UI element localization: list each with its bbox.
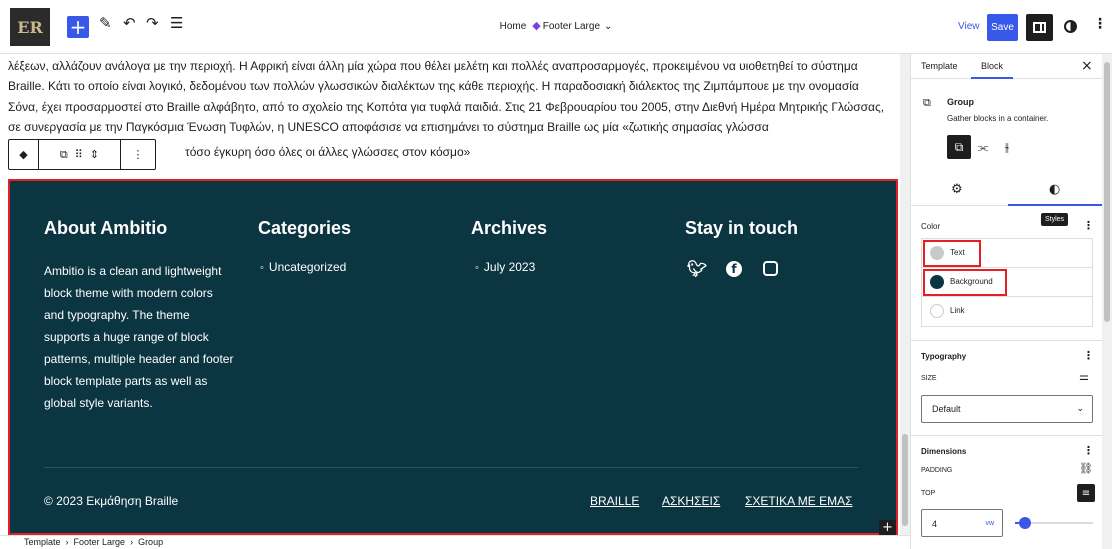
document-breadcrumb[interactable]: Home ◆ Footer Large ⌄ (0, 19, 1112, 32)
nav-link-exercises[interactable]: ΑΣΚΗΣΕΙΣ (662, 494, 720, 508)
sidebar-icon (1033, 22, 1046, 33)
group-icon: ⧉ (59, 147, 68, 161)
twitter-icon[interactable]: 🐦︎ (687, 259, 707, 278)
about-text[interactable]: Ambitio is a clean and lightweight block… (44, 260, 234, 414)
active-tab-indicator (971, 77, 1013, 79)
tab-template[interactable]: Template (921, 61, 958, 71)
unlink-sides-icon[interactable]: ⛓ (1079, 462, 1093, 475)
stay-in-touch-heading[interactable]: Stay in touch (685, 218, 798, 239)
divider (911, 435, 1102, 436)
row-variation-icon[interactable]: ⫘ (971, 135, 995, 159)
top-padding-value: 4 (932, 519, 938, 529)
link-color-swatch (930, 304, 944, 318)
group-block-icon: ⧉ (923, 96, 931, 109)
footer-separator (44, 467, 858, 468)
block-options-button[interactable]: ⋮ (121, 140, 155, 169)
move-arrows-icon[interactable]: ⇕ (90, 148, 99, 161)
close-icon[interactable]: × (1081, 58, 1093, 74)
instagram-icon[interactable] (763, 261, 778, 276)
dimensions-panel-title: Dimensions (921, 447, 967, 456)
sidebar-scroll-thumb[interactable] (1104, 62, 1110, 322)
settings-sidebar: Template Block × ⧉ Group Gather blocks i… (910, 54, 1102, 549)
styles-icon[interactable] (1064, 20, 1077, 33)
settings-sidebar-toggle[interactable] (1026, 14, 1053, 41)
dimensions-options-icon[interactable]: ⋮ (1083, 444, 1094, 457)
divider (911, 340, 1102, 341)
padding-unit[interactable]: vw (985, 520, 994, 527)
settings-style-tabs: ⚙ ◐ (911, 172, 1102, 206)
footer-group-block[interactable]: About Ambitio Ambitio is a clean and lig… (8, 179, 898, 535)
paragraph-tail[interactable]: τόσο έγκυρη όσο όλες οι άλλες γλώσσες στ… (185, 145, 470, 159)
breadcrumb-current[interactable]: Footer Large (543, 21, 600, 32)
chevron-down-icon: ⌄ (1076, 403, 1084, 413)
color-panel-title: Color (921, 222, 941, 231)
content-paragraph[interactable]: λέξεων, αλλάζουν ανάλογα με την περιοχή.… (8, 56, 888, 137)
block-appender-button[interactable]: + (879, 520, 896, 535)
chevron-down-icon[interactable]: ⌄ (604, 21, 612, 32)
group-variation-icon[interactable]: ⧉ (947, 135, 971, 159)
drag-handle-icon[interactable]: ⠿ (75, 148, 83, 161)
canvas-scrollbar[interactable] (900, 54, 910, 535)
padding-range-slider[interactable] (1015, 517, 1093, 529)
editor-canvas: λέξεων, αλλάζουν ανάλογα με την περιοχή.… (0, 54, 900, 535)
nav-link-braille[interactable]: BRAILLE (590, 494, 639, 508)
crumb-group[interactable]: Group (138, 537, 163, 547)
settings-gear-icon[interactable]: ⚙ (951, 182, 963, 197)
block-type-controls[interactable]: ⧉ ⠿ ⇕ (39, 140, 121, 169)
top-padding-label: TOP (921, 490, 936, 497)
breadcrumb-home[interactable]: Home (500, 21, 527, 32)
parent-block-button[interactable]: ◆ (9, 140, 39, 169)
template-part-icon: ◆ (532, 20, 541, 32)
archives-item[interactable]: July 2023 (475, 260, 535, 274)
sidebar-scrollbar[interactable] (1102, 54, 1112, 549)
bottom-breadcrumb: Template › Footer Large › Group (0, 535, 910, 549)
sliders-icon[interactable]: ⚌ (1079, 370, 1089, 383)
active-subtab-indicator (1008, 204, 1102, 206)
color-item-link[interactable]: Link (922, 297, 1092, 326)
view-button[interactable]: View (958, 21, 980, 32)
sidebar-tabs: Template Block × (911, 54, 1102, 79)
font-size-select[interactable]: Default ⌄ (921, 395, 1093, 423)
copyright-text[interactable]: © 2023 Εκμάθηση Braille (44, 494, 178, 508)
categories-heading[interactable]: Categories (258, 218, 351, 239)
padding-label: PADDING (921, 467, 953, 474)
stack-variation-icon[interactable]: ⫳ (995, 135, 1019, 159)
about-heading[interactable]: About Ambitio (44, 218, 167, 239)
editor-header: ER + ✎ ↶ ↷ ☰ Home ◆ Footer Large ⌄ View Sav… (0, 0, 1112, 54)
categories-item[interactable]: Uncategorized (260, 260, 346, 274)
options-menu-icon[interactable]: ⋮ (1093, 16, 1107, 32)
typography-options-icon[interactable]: ⋮ (1083, 349, 1094, 362)
color-options-icon[interactable]: ⋮ (1083, 219, 1094, 232)
typography-panel-title: Typography (921, 352, 967, 361)
top-padding-input[interactable]: 4 vw (921, 509, 1003, 537)
block-title: Group (947, 97, 974, 107)
font-size-value: Default (932, 404, 961, 414)
nav-link-about[interactable]: ΣΧΕΤΙΚΑ ΜΕ ΕΜΑΣ (745, 494, 853, 508)
background-highlight-box (923, 269, 1007, 296)
styles-half-circle-icon[interactable]: ◐ (1049, 182, 1060, 197)
text-highlight-box (923, 240, 981, 267)
crumb-template[interactable]: Template (24, 537, 61, 547)
facebook-icon[interactable]: f (726, 261, 742, 277)
size-label: SIZE (921, 375, 937, 382)
padding-sides-button[interactable]: ≡ (1077, 484, 1095, 502)
styles-tooltip: Styles (1041, 213, 1069, 226)
template-part-icon: ◆ (19, 148, 28, 161)
block-toolbar: ◆ ⧉ ⠿ ⇕ ⋮ (8, 139, 156, 170)
color-label-link: Link (950, 306, 965, 315)
canvas-scroll-thumb[interactable] (902, 434, 908, 526)
save-button[interactable]: Save (987, 14, 1018, 41)
range-knob[interactable] (1019, 517, 1031, 529)
more-options-icon: ⋮ (132, 148, 144, 161)
crumb-footer-large[interactable]: Footer Large (74, 537, 126, 547)
archives-heading[interactable]: Archives (471, 218, 547, 239)
block-description: Gather blocks in a container. (947, 114, 1049, 123)
tab-block[interactable]: Block (981, 61, 1003, 71)
